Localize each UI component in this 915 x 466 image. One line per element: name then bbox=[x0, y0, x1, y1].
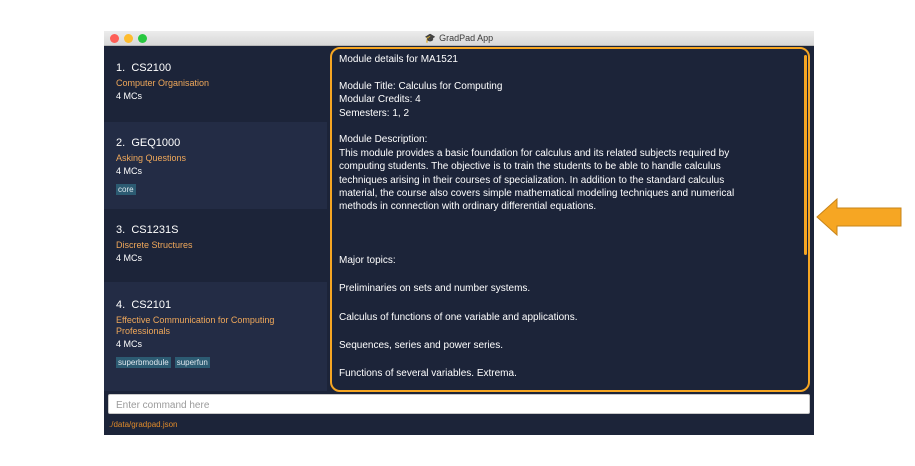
window-title: GradPad App bbox=[439, 33, 494, 43]
module-index: 4. bbox=[116, 299, 126, 311]
module-title-line2: Professionals bbox=[116, 326, 171, 336]
module-card[interactable]: 3. CS1231S Discrete Structures 4 MCs bbox=[104, 224, 327, 264]
module-credits: 4 MCs bbox=[116, 339, 143, 349]
module-card[interactable]: 2. GEQ1000 Asking Questions 4 MCs core bbox=[104, 122, 327, 209]
detail-modular-credits: Modular Credits: 4 bbox=[339, 94, 421, 106]
detail-description-line: material, the course also covers simple … bbox=[339, 188, 735, 200]
arrow-left-icon bbox=[816, 197, 902, 237]
module-title: Computer Organisation bbox=[116, 78, 210, 88]
title-bar: 🎓 GradPad App bbox=[104, 31, 814, 46]
module-title: Discrete Structures bbox=[116, 240, 193, 250]
module-tag: core bbox=[116, 184, 136, 195]
module-index: 1. bbox=[116, 62, 126, 74]
module-code: GEQ1000 bbox=[131, 137, 181, 149]
module-credits: 4 MCs bbox=[116, 253, 143, 263]
detail-scrollbar[interactable] bbox=[804, 55, 807, 255]
module-code: CS2101 bbox=[131, 299, 172, 311]
module-index: 3. bbox=[116, 224, 126, 236]
detail-topic: Preliminaries on sets and number systems… bbox=[339, 283, 531, 295]
module-credits: 4 MCs bbox=[116, 91, 143, 101]
module-code: CS2100 bbox=[131, 62, 172, 74]
command-input[interactable] bbox=[109, 396, 809, 415]
module-tag: superbmodule bbox=[116, 357, 171, 368]
module-list[interactable]: 1. CS2100 Computer Organisation 4 MCs 2.… bbox=[104, 47, 327, 391]
detail-description-label: Module Description: bbox=[339, 134, 428, 146]
detail-heading: Module details for MA1521 bbox=[339, 54, 458, 65]
module-index: 2. bbox=[116, 137, 126, 149]
detail-topic: Functions of several variables. Extrema. bbox=[339, 368, 517, 380]
module-title: Asking Questions bbox=[116, 153, 187, 163]
gradpad-window: 🎓 GradPad App 1. CS2100 Computer Organisa… bbox=[104, 31, 814, 435]
module-card[interactable]: 1. CS2100 Computer Organisation 4 MCs bbox=[104, 62, 327, 102]
module-tag: superfun bbox=[174, 357, 210, 368]
status-bar-file-path: ./data/gradpad.json bbox=[109, 420, 178, 429]
module-detail-panel[interactable]: Module details for MA1521 Module Title: … bbox=[330, 47, 810, 392]
module-card[interactable]: 4. CS2101 Effective Communication for Co… bbox=[104, 282, 327, 391]
module-code: CS1231S bbox=[131, 224, 179, 236]
detail-description-line: computing students. The objective is to … bbox=[339, 161, 721, 173]
detail-topic: Calculus of functions of one variable an… bbox=[339, 311, 578, 323]
detail-semesters: Semesters: 1, 2 bbox=[339, 107, 410, 119]
detail-topic: Sequences, series and power series. bbox=[339, 340, 503, 352]
detail-topics-label: Major topics: bbox=[339, 254, 396, 266]
command-box[interactable] bbox=[108, 394, 810, 415]
module-credits: 4 MCs bbox=[116, 166, 143, 176]
detail-description-line: This module provides a basic foundation … bbox=[339, 147, 730, 159]
detail-description-line: methods in connection with ordinary diff… bbox=[339, 201, 597, 213]
graduation-cap-icon: 🎓 bbox=[424, 33, 437, 43]
tag-list: superbmodule superfun bbox=[116, 352, 315, 368]
tag-list: core bbox=[116, 179, 315, 195]
detail-module-title: Module Title: Calculus for Computing bbox=[339, 80, 503, 92]
detail-description-line: techniques arising in their courses of s… bbox=[339, 174, 725, 186]
module-title: Effective Communication for Computing bbox=[116, 315, 275, 325]
